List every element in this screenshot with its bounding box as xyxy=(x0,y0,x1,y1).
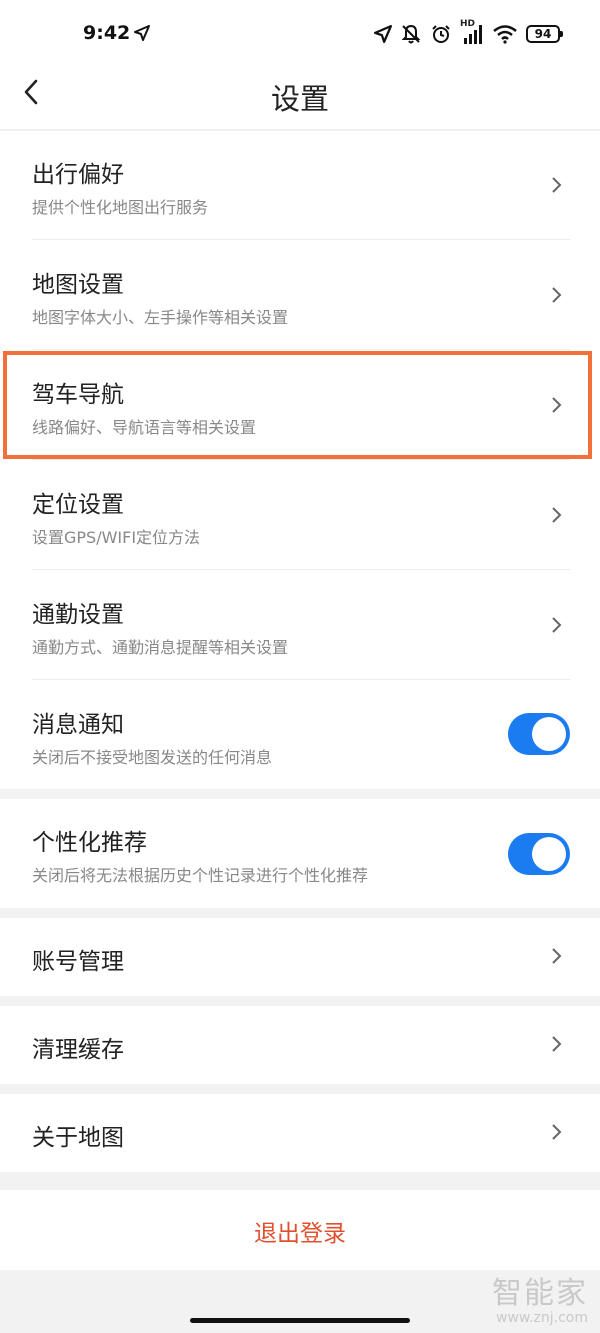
setting-label: 关于地图 xyxy=(32,1125,124,1151)
hd-badge: HD xyxy=(460,19,476,29)
chevron-right-icon xyxy=(552,287,562,303)
setting-row-notifications: 消息通知 关闭后不接受地图发送的任何消息 xyxy=(0,680,600,789)
setting-desc: 通勤方式、通勤消息提醒等相关设置 xyxy=(32,638,289,657)
logout-section: 退出登录 xyxy=(0,1190,600,1270)
about-group: 关于地图 xyxy=(0,1094,600,1172)
location-arrow-icon xyxy=(134,25,150,41)
status-time: 9:42 xyxy=(83,22,131,44)
chevron-right-icon xyxy=(552,617,562,633)
setting-row-location-settings[interactable]: 定位设置 设置GPS/WIFI定位方法 xyxy=(0,460,600,570)
setting-label: 账号管理 xyxy=(32,949,124,975)
setting-row-commute-settings[interactable]: 通勤设置 通勤方式、通勤消息提醒等相关设置 xyxy=(0,570,600,680)
personalization-group: 个性化推荐 关闭后将无法根据历史个性记录进行个性化推荐 xyxy=(0,799,600,908)
setting-label: 消息通知 xyxy=(32,712,124,738)
setting-desc: 关闭后将无法根据历史个性记录进行个性化推荐 xyxy=(32,866,369,885)
chevron-right-icon xyxy=(552,1124,562,1140)
account-group: 账号管理 xyxy=(0,918,600,996)
setting-label: 个性化推荐 xyxy=(32,830,147,856)
setting-row-account-management[interactable]: 账号管理 xyxy=(0,918,600,996)
watermark-brand: 智能家 xyxy=(492,1276,588,1311)
mute-bell-icon xyxy=(401,24,421,44)
setting-label: 定位设置 xyxy=(32,492,124,518)
status-bar: 9:42 HD 94 xyxy=(0,0,600,66)
setting-row-about-map[interactable]: 关于地图 xyxy=(0,1094,600,1172)
chevron-right-icon xyxy=(552,948,562,964)
logout-button[interactable]: 退出登录 xyxy=(0,1214,600,1248)
location-arrow-icon xyxy=(374,25,392,43)
alarm-icon xyxy=(432,25,450,43)
cache-group: 清理缓存 xyxy=(0,1006,600,1084)
setting-row-travel-preference[interactable]: 出行偏好 提供个性化地图出行服务 xyxy=(0,131,600,240)
setting-desc: 设置GPS/WIFI定位方法 xyxy=(32,528,201,547)
setting-desc: 提供个性化地图出行服务 xyxy=(32,198,209,217)
personalization-toggle[interactable] xyxy=(508,833,570,875)
header: 设置 xyxy=(0,66,600,130)
setting-desc: 关闭后不接受地图发送的任何消息 xyxy=(32,748,273,767)
watermark: 智能家 www.znj.com xyxy=(492,1268,588,1326)
watermark-url: www.znj.com xyxy=(496,1310,588,1326)
setting-row-map-settings[interactable]: 地图设置 地图字体大小、左手操作等相关设置 xyxy=(0,240,600,350)
setting-desc: 地图字体大小、左手操作等相关设置 xyxy=(32,308,289,327)
highlight-frame xyxy=(3,351,592,459)
chevron-right-icon xyxy=(552,507,562,523)
setting-row-clear-cache[interactable]: 清理缓存 xyxy=(0,1006,600,1084)
page-title: 设置 xyxy=(270,82,329,116)
setting-row-personalization: 个性化推荐 关闭后将无法根据历史个性记录进行个性化推荐 xyxy=(0,799,600,908)
settings-group: 出行偏好 提供个性化地图出行服务 地图设置 地图字体大小、左手操作等相关设置 驾… xyxy=(0,131,600,789)
chevron-right-icon xyxy=(552,1036,562,1052)
wifi-icon xyxy=(493,25,517,44)
setting-label: 出行偏好 xyxy=(32,162,124,188)
notifications-toggle[interactable] xyxy=(508,713,570,755)
battery-icon: 94 xyxy=(526,25,563,43)
setting-label: 地图设置 xyxy=(32,272,124,298)
setting-label: 通勤设置 xyxy=(32,602,124,628)
chevron-right-icon xyxy=(552,177,562,193)
setting-label: 清理缓存 xyxy=(32,1037,124,1063)
signal-icon: HD xyxy=(460,19,484,45)
home-indicator[interactable] xyxy=(190,1318,410,1323)
